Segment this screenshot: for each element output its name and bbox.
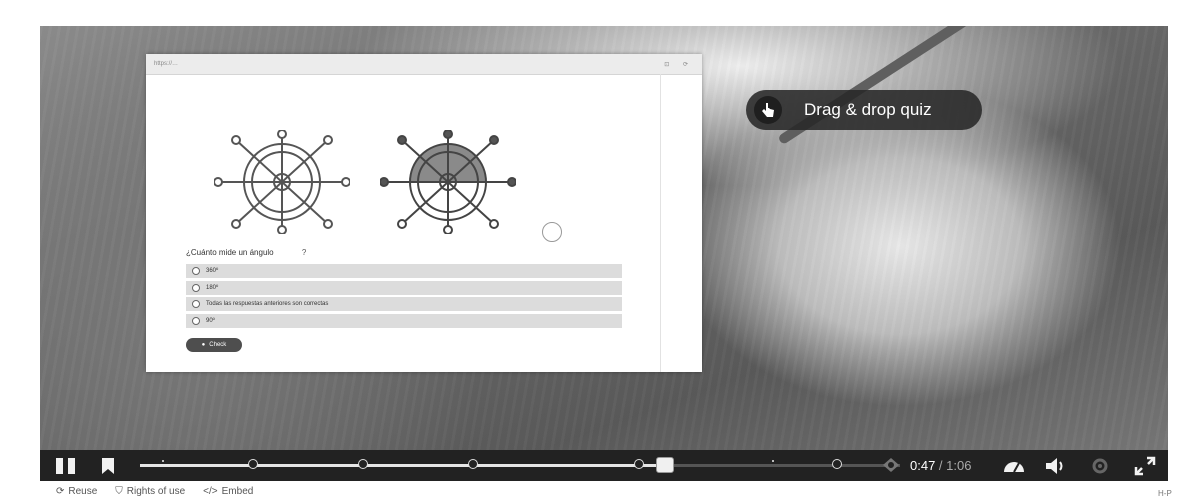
browser-url: https://… [154, 61, 179, 67]
drag-drop-quiz-badge[interactable]: Drag & drop quiz [746, 90, 982, 130]
quiz-flag-icon[interactable] [880, 456, 902, 474]
pause-icon [68, 458, 75, 474]
footer-badge: H-P [1158, 489, 1172, 498]
pause-icon [56, 458, 63, 474]
rights-of-use-link[interactable]: ⛉ Rights of use [115, 486, 185, 497]
quiz-option-label: Todas las respuestas anteriores son corr… [206, 301, 329, 308]
rights-label: Rights of use [126, 486, 186, 497]
progress-fill [140, 464, 665, 467]
progress-track[interactable] [140, 457, 900, 473]
reuse-link[interactable]: ⟳ Reuse [56, 486, 97, 497]
quiz-marker[interactable] [634, 459, 644, 469]
panel-divider [660, 74, 661, 372]
check-icon: ● [201, 342, 206, 348]
bookmark-icon[interactable] [100, 457, 116, 475]
reuse-label: Reuse [68, 486, 98, 497]
radio-icon[interactable] [192, 300, 200, 309]
quiz-option[interactable]: Todas las respuestas anteriores son corr… [186, 297, 622, 312]
volume-icon[interactable] [1044, 456, 1068, 476]
progress-thumb[interactable] [656, 457, 675, 473]
quiz-question-text: ¿Cuánto mide un ángulo [186, 248, 274, 257]
embed-icon: </> [203, 486, 218, 497]
reuse-icon: ⟳ [56, 486, 65, 497]
quiz-option-label: 90º [206, 317, 215, 324]
quiz-option[interactable]: 180º [186, 280, 622, 295]
quiz-question: ¿Cuánto mide un ángulo ? [186, 248, 306, 257]
ship-wheel-outline-image [214, 130, 350, 234]
gear-icon[interactable] [1090, 456, 1110, 476]
radio-icon[interactable] [192, 316, 200, 325]
player-footer: ⟳ Reuse ⛉ Rights of use </> Embed [56, 486, 253, 497]
question-icon: ? [301, 248, 307, 257]
chapter-dot [772, 460, 774, 462]
fullscreen-icon[interactable] [1134, 456, 1156, 476]
embed-link[interactable]: </> Embed [203, 486, 253, 497]
browser-icons: ⊡ ⟳ [664, 61, 694, 68]
browser-address-bar: https://… ⊡ ⟳ [146, 54, 702, 75]
embedded-quiz-screenshot: https://… ⊡ ⟳ ¿Cuánto mide un ángulo ? 3… [146, 54, 702, 372]
ship-wheel-shaded-image [380, 130, 516, 234]
check-button[interactable]: ● Check [186, 338, 242, 352]
quiz-marker[interactable] [468, 459, 478, 469]
embed-label: Embed [221, 486, 254, 497]
quiz-option-label: 360º [206, 268, 219, 274]
radio-icon[interactable] [192, 267, 200, 275]
check-button-label: Check [209, 342, 227, 348]
time-display: 0:47 / 1:06 [910, 458, 971, 473]
quiz-marker[interactable] [832, 459, 842, 469]
video-player[interactable]: https://… ⊡ ⟳ ¿Cuánto mide un ángulo ? 3… [40, 26, 1168, 481]
radio-icon[interactable] [192, 283, 200, 292]
playback-speed-icon[interactable] [1002, 456, 1026, 476]
rights-icon: ⛉ [115, 486, 123, 497]
quiz-option-label: 180º [206, 284, 219, 291]
player-controls: 0:47 / 1:06 [40, 450, 1168, 481]
pause-button[interactable] [56, 458, 78, 474]
quiz-option[interactable]: 90º [186, 313, 622, 328]
quiz-marker[interactable] [248, 459, 258, 469]
time-separator: / [935, 458, 947, 473]
quiz-marker[interactable] [358, 459, 368, 469]
current-time: 0:47 [910, 458, 936, 473]
duration: 1:06 [946, 458, 972, 473]
chapter-dot [162, 460, 164, 462]
drop-target-circle[interactable] [542, 222, 562, 242]
drag-drop-quiz-label: Drag & drop quiz [804, 100, 932, 119]
hand-pointer-icon [754, 96, 782, 124]
quiz-option[interactable]: 360º [186, 264, 622, 278]
quiz-options: 360º 180º Todas las respuestas anteriore… [186, 264, 622, 330]
